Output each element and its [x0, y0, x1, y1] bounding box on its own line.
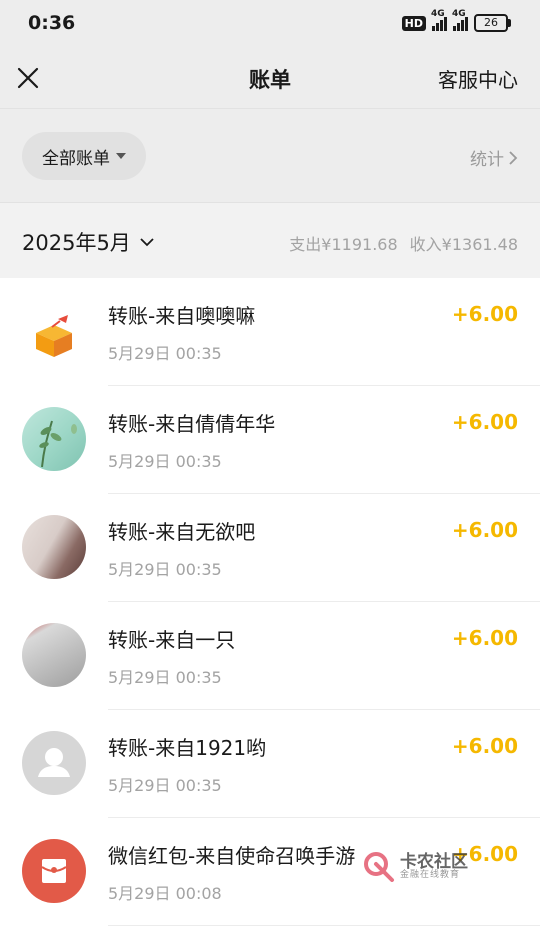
bill-type-dropdown[interactable]: 全部账单 — [22, 132, 146, 180]
battery-icon: 26 — [474, 14, 511, 32]
transaction-amount: +6.00 — [451, 302, 518, 326]
list-item[interactable]: 转账-来自倩倩年华 5月29日 00:35 +6.00 — [0, 386, 540, 494]
chevron-right-icon — [509, 150, 518, 165]
income-label: 收入 — [409, 235, 442, 254]
status-bar: 0:36 HD 4G 4G 26 — [0, 0, 540, 50]
transaction-amount: +6.00 — [451, 626, 518, 650]
income-summary: 收入¥1361.48 — [410, 231, 518, 255]
transaction-title: 转账-来自无欲吧 — [108, 520, 256, 544]
watermark-logo-icon — [364, 852, 394, 882]
signal-icon: 4G — [431, 9, 447, 31]
transaction-title: 转账-来自噢噢嘛 — [108, 304, 256, 328]
expense-label: 支出 — [289, 235, 322, 254]
caret-down-icon — [116, 153, 126, 159]
nav-bar: 账单 客服中心 — [0, 50, 540, 108]
transaction-time: 5月29日 00:35 — [108, 776, 222, 795]
gray-photo-avatar — [22, 623, 86, 687]
red-packet-avatar — [22, 839, 86, 903]
transaction-time: 5月29日 00:35 — [108, 344, 222, 363]
transaction-title: 转账-来自倩倩年华 — [108, 412, 276, 436]
stats-link[interactable]: 统计 — [470, 145, 518, 170]
list-item[interactable]: 转账-来自无欲吧 5月29日 00:35 +6.00 — [0, 494, 540, 602]
transaction-title: 转账-来自1921哟 — [108, 736, 267, 760]
transaction-title: 微信红包-来自使命召唤手游 — [108, 844, 356, 868]
blurred-photo-avatar — [22, 515, 86, 579]
bill-type-label: 全部账单 — [42, 148, 110, 169]
transaction-time: 5月29日 00:08 — [108, 884, 222, 903]
month-bar: 2025年5月 支出¥1191.68 收入¥1361.48 — [0, 202, 540, 278]
customer-service-link[interactable]: 客服中心 — [438, 64, 518, 93]
list-item[interactable]: 转账-来自噢噢嘛 5月29日 00:35 +6.00 — [0, 278, 540, 386]
transaction-list: 转账-来自噢噢嘛 5月29日 00:35 +6.00 转账-来自倩倩年华 5月2… — [0, 278, 540, 938]
watermark-main: 卡农社区 — [400, 851, 468, 872]
watermark: 卡农社区 金融在线教育 — [362, 850, 468, 884]
transaction-amount: +6.00 — [451, 734, 518, 758]
hd-icon: HD — [401, 15, 426, 31]
income-value: ¥1361.48 — [441, 235, 518, 254]
list-item[interactable]: 转账-来自一只 5月29日 00:35 +6.00 — [0, 602, 540, 710]
watermark-text: 卡农社区 金融在线教育 — [400, 853, 468, 882]
stats-label: 统计 — [470, 150, 504, 170]
list-item[interactable]: 转账-来自1921哟 5月29日 00:35 +6.00 — [0, 710, 540, 818]
row-divider — [108, 925, 540, 926]
month-selector[interactable]: 2025年5月 — [22, 227, 155, 257]
transaction-title: 转账-来自一只 — [108, 628, 236, 652]
network-type-label: 4G — [431, 9, 445, 19]
transaction-time: 5月29日 00:35 — [108, 560, 222, 579]
gift-box-avatar — [22, 299, 86, 363]
filter-bar: 全部账单 统计 — [0, 108, 540, 202]
status-time: 0:36 — [28, 12, 76, 34]
transaction-time: 5月29日 00:35 — [108, 452, 222, 471]
expense-summary: 支出¥1191.68 — [289, 231, 397, 255]
month-label: 2025年5月 — [22, 231, 131, 255]
transaction-time: 5月29日 00:35 — [108, 668, 222, 687]
transaction-amount: +6.00 — [451, 518, 518, 542]
default-user-avatar — [22, 731, 86, 795]
signal-icon-2: 4G — [452, 9, 468, 31]
watermark-sub: 金融在线教育 — [400, 870, 461, 881]
network-type-label-2: 4G — [452, 9, 466, 19]
plant-photo-avatar — [22, 407, 86, 471]
expense-value: ¥1191.68 — [321, 235, 398, 254]
status-icons: HD 4G 4G 26 — [401, 9, 511, 32]
chevron-down-icon — [140, 238, 154, 247]
month-summary: 支出¥1191.68 收入¥1361.48 — [289, 231, 518, 255]
transaction-amount: +6.00 — [451, 410, 518, 434]
